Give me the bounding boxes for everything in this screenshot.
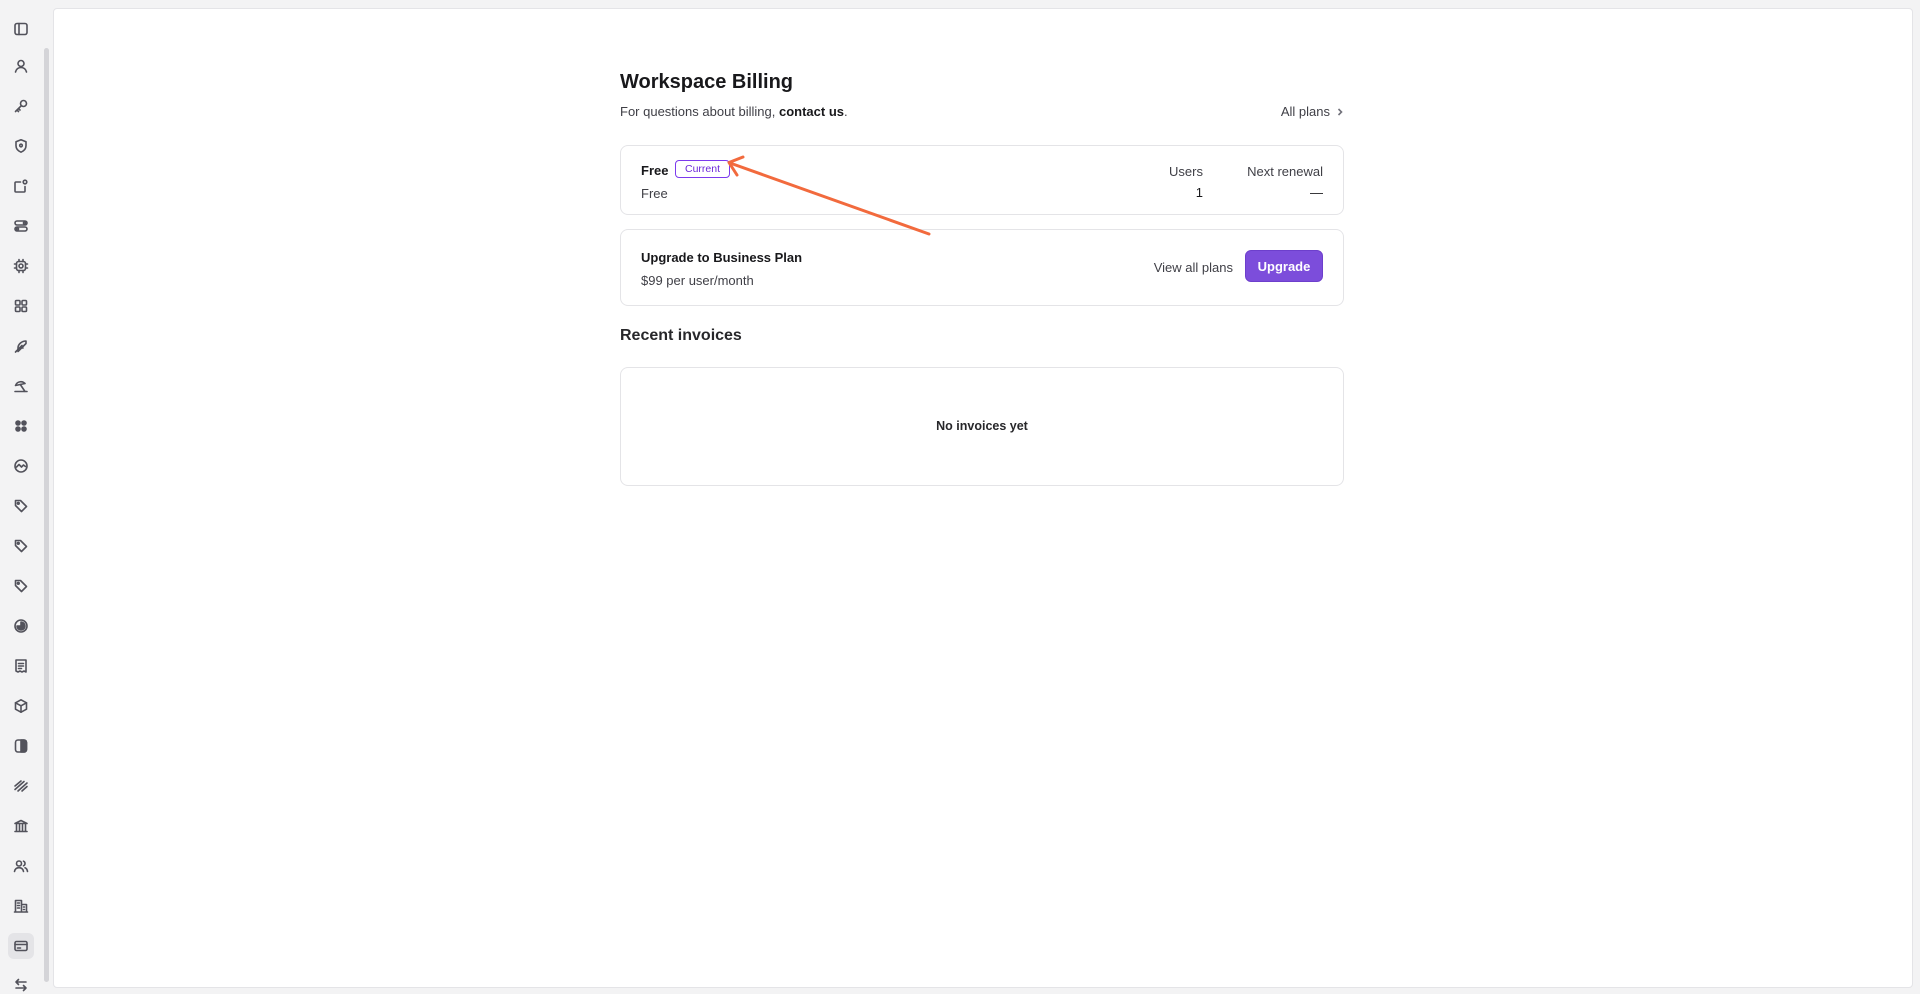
upgrade-price: $99 per user/month [641, 273, 754, 288]
next-renewal-label: Next renewal [1247, 164, 1323, 179]
activity-icon[interactable] [8, 453, 34, 479]
plan-name: Free [641, 163, 669, 178]
team-icon[interactable] [8, 853, 34, 879]
all-plans-label: All plans [1280, 104, 1330, 119]
sidebar [0, 0, 44, 994]
current-badge: Current [675, 160, 731, 178]
view-all-plans-link[interactable]: View all plans [1154, 260, 1233, 275]
upgrade-title: Upgrade to Business Plan [641, 250, 803, 265]
beach-umbrella-icon[interactable] [8, 373, 34, 399]
users-value: 1 [1195, 185, 1203, 200]
invoices-empty-state: No invoices yet [936, 419, 1028, 433]
arrows-exchange-icon[interactable] [8, 972, 34, 994]
building-icon[interactable] [8, 893, 34, 919]
tag-icon[interactable] [8, 533, 34, 559]
recent-invoices-title: Recent invoices [620, 327, 742, 344]
subtitle-period: . [844, 104, 848, 119]
pie-icon[interactable] [8, 613, 34, 639]
invoices-card: No invoices yet [620, 367, 1344, 486]
toggles-icon[interactable] [8, 213, 34, 239]
chevron-right-icon [1337, 107, 1343, 116]
page-title: Workspace Billing [620, 71, 794, 93]
contact-us-link[interactable]: contact us [779, 104, 844, 119]
apps-grid-icon[interactable] [8, 293, 34, 319]
document-list-icon[interactable] [8, 653, 34, 679]
credit-card-icon[interactable] [8, 933, 34, 959]
tag-icon[interactable] [8, 493, 34, 519]
shield-icon[interactable] [8, 133, 34, 159]
sidebar-toggle-icon[interactable] [8, 16, 34, 42]
chip-icon[interactable] [8, 253, 34, 279]
all-plans-link[interactable]: All plans [1281, 104, 1344, 119]
stripes-icon[interactable] [8, 773, 34, 799]
users-label: Users [1169, 164, 1203, 179]
next-renewal-value: — [1310, 185, 1323, 200]
clover-icon[interactable] [8, 413, 34, 439]
user-icon[interactable] [8, 53, 34, 79]
plan-price: Free [641, 186, 668, 201]
bank-icon[interactable] [8, 813, 34, 839]
sidebar-scrollbar[interactable] [44, 48, 49, 982]
contrast-icon[interactable] [8, 733, 34, 759]
page-subtitle: For questions about billing, contact us. [620, 104, 848, 119]
upgrade-card: Upgrade to Business Plan $99 per user/mo… [620, 229, 1344, 306]
cube-icon[interactable] [8, 693, 34, 719]
tag-icon[interactable] [8, 573, 34, 599]
main-panel: Workspace Billing For questions about bi… [53, 8, 1913, 988]
feather-icon[interactable] [8, 333, 34, 359]
key-icon[interactable] [8, 93, 34, 119]
notification-icon[interactable] [8, 173, 34, 199]
upgrade-button[interactable]: Upgrade [1245, 250, 1323, 282]
subtitle-text: For questions about billing, [620, 104, 779, 119]
current-plan-card: Free Current Free Users 1 Next renewal — [620, 145, 1344, 215]
